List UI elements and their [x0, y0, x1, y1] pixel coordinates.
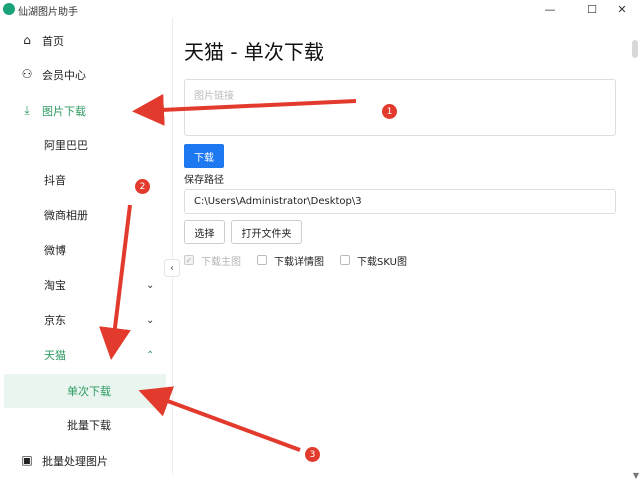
sidebar-item-image-download[interactable]: ⤓ 图片下载 [0, 94, 172, 128]
sidebar-item-tmall[interactable]: 天猫 ⌃ [0, 338, 172, 372]
annotation-badge-1: 1 [382, 104, 397, 119]
close-button[interactable]: ✕ [604, 0, 640, 18]
download-main-image-checkbox[interactable]: ✓ 下载主图 [184, 253, 241, 268]
sidebar-item-label: 首页 [42, 35, 64, 48]
app-logo-icon [3, 3, 15, 15]
annotation-badge-2: 2 [135, 179, 150, 194]
download-detail-image-checkbox[interactable]: 下载详情图 [257, 253, 324, 268]
sidebar-item-label: 批量处理图片 [42, 455, 108, 468]
sidebar-item-label: 阿里巴巴 [44, 139, 88, 152]
sidebar-item-single-download[interactable]: 单次下载 [4, 374, 166, 408]
checkbox-label: 下载SKU图 [357, 256, 407, 268]
sidebar-item-label: 淘宝 [44, 279, 66, 292]
chevron-down-icon: ⌄ [146, 314, 155, 326]
home-icon: ⌂ [23, 33, 31, 47]
sidebar: ⌂ 首页 ⚇ 会员中心 ⤓ 图片下载 阿里巴巴 抖音 微商相册 微博 淘宝 ⌄ … [0, 18, 173, 475]
scroll-down-icon[interactable]: ▼ [633, 471, 639, 480]
title-bar: 仙湖图片助手 — ☐ ✕ [0, 0, 640, 18]
page-title: 天猫 - 单次下载 [184, 40, 324, 64]
sidebar-item-batch-process[interactable]: ▣ 批量处理图片 [0, 444, 172, 478]
checkbox-label: 下载详情图 [274, 256, 324, 268]
checkmark-icon: ✓ [184, 255, 194, 265]
sidebar-item-member-center[interactable]: ⚇ 会员中心 [0, 58, 172, 92]
chevron-up-icon: ⌃ [146, 349, 155, 361]
sidebar-item-home[interactable]: ⌂ 首页 [0, 24, 172, 58]
sidebar-item-alibaba[interactable]: 阿里巴巴 [0, 128, 172, 162]
sidebar-item-weibo[interactable]: 微博 [0, 233, 172, 267]
sidebar-item-wechat-album[interactable]: 微商相册 [0, 198, 172, 232]
main-panel: 天猫 - 单次下载 图片链接 下载 保存路径 C:\Users\Administ… [172, 18, 640, 480]
checkbox-box [340, 255, 350, 265]
save-path-label: 保存路径 [184, 175, 224, 186]
sidebar-item-label: 微博 [44, 244, 66, 257]
sidebar-item-label: 微商相册 [44, 209, 88, 222]
checkbox-box [257, 255, 267, 265]
sidebar-item-label: 图片下载 [42, 105, 86, 118]
open-folder-button[interactable]: 打开文件夹 [231, 220, 302, 244]
sidebar-item-label: 天猫 [44, 349, 66, 362]
checkbox-label: 下载主图 [201, 256, 241, 268]
sidebar-item-label: 京东 [44, 314, 66, 327]
image-icon: ▣ [21, 453, 33, 467]
image-url-input[interactable]: 图片链接 [184, 79, 616, 136]
scrollbar-thumb[interactable] [632, 40, 638, 58]
user-add-icon: ⚇ [21, 67, 33, 81]
sidebar-item-label: 抖音 [44, 174, 66, 187]
sidebar-item-label: 单次下载 [67, 385, 111, 398]
choose-button[interactable]: 选择 [184, 220, 225, 244]
minimize-button[interactable]: — [532, 0, 568, 18]
sidebar-item-jd[interactable]: 京东 ⌄ [0, 303, 172, 337]
chevron-down-icon: ⌄ [146, 279, 155, 291]
download-icon: ⤓ [24, 102, 30, 117]
sidebar-item-taobao[interactable]: 淘宝 ⌄ [0, 268, 172, 302]
download-sku-image-checkbox[interactable]: 下载SKU图 [340, 253, 407, 268]
sidebar-item-label: 批量下载 [67, 419, 111, 432]
sidebar-item-batch-download[interactable]: 批量下载 [0, 408, 172, 442]
window-title: 仙湖图片助手 [18, 7, 78, 18]
annotation-badge-3: 3 [305, 447, 320, 462]
download-button[interactable]: 下载 [184, 144, 224, 168]
save-path-input[interactable]: C:\Users\Administrator\Desktop\3 [184, 189, 616, 214]
sidebar-item-label: 会员中心 [42, 69, 86, 82]
